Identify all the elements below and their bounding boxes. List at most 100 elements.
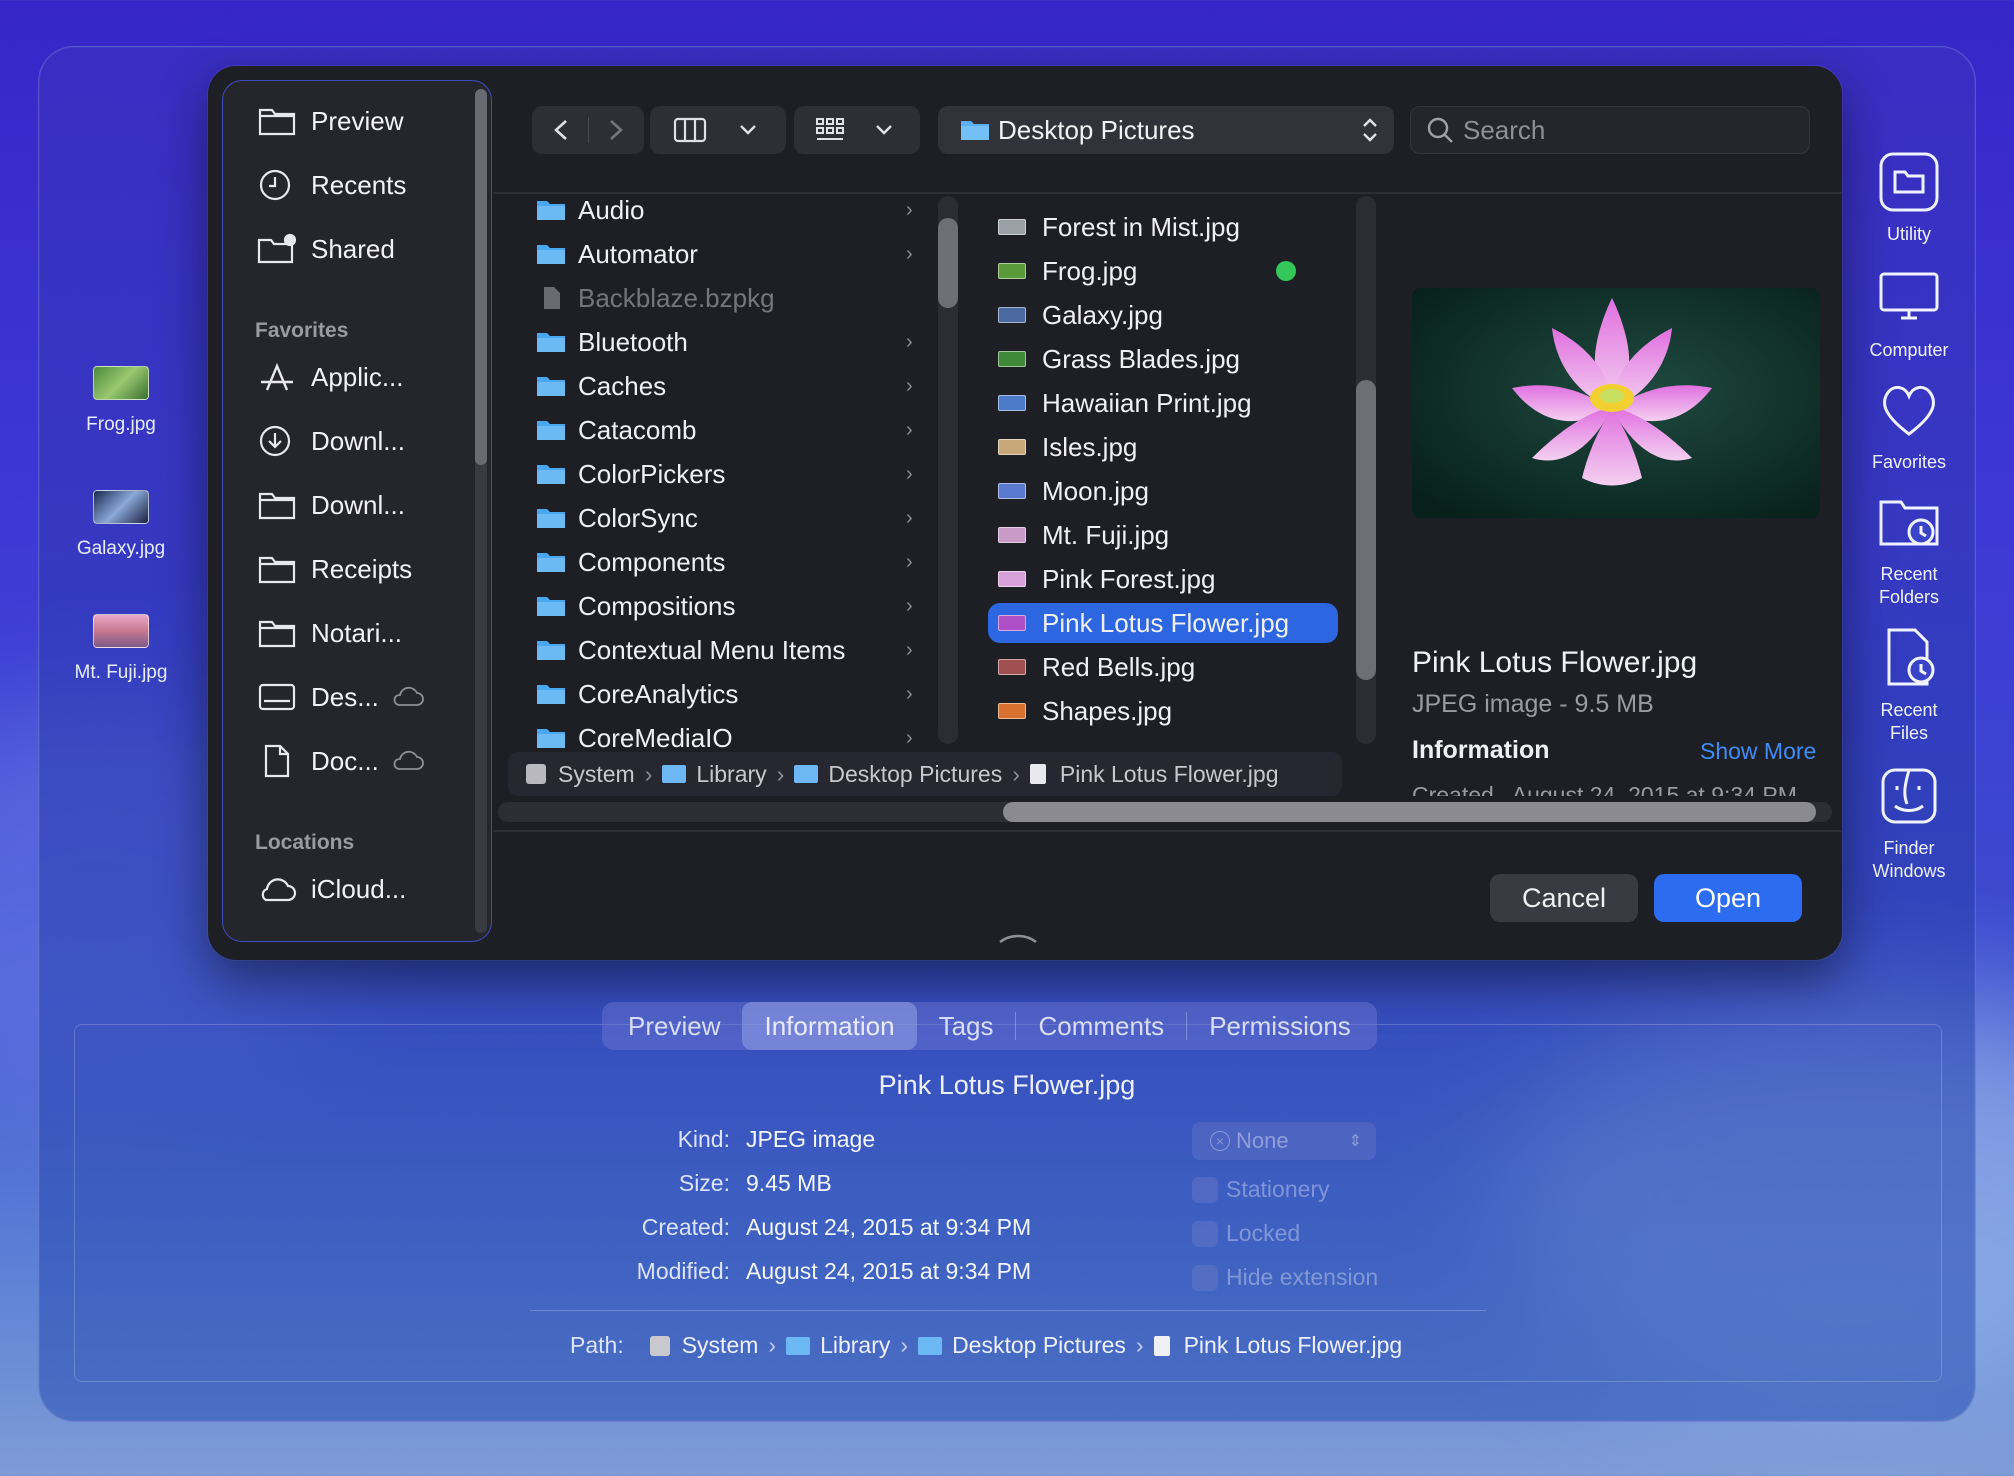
up-down-chevron-icon <box>1363 118 1377 142</box>
sidebar-recent-files[interactable]: Recent Files <box>1850 626 1968 745</box>
scrollbar-thumb[interactable] <box>475 89 487 465</box>
list-item[interactable]: Frog.jpg <box>988 251 1338 291</box>
sidebar-favorites[interactable]: Favorites <box>1850 378 1968 474</box>
tag-select[interactable]: × None ⇕ <box>1192 1122 1376 1160</box>
created-value: August 24, 2015 at 9:34 PM <box>746 1214 1032 1240</box>
list-item[interactable]: Galaxy.jpg <box>988 295 1338 335</box>
list-item[interactable]: CoreAnalytics › <box>536 674 936 714</box>
sidebar-item-documents[interactable]: Doc... <box>257 741 439 781</box>
list-item[interactable]: Shapes.jpg <box>988 691 1338 731</box>
image-thumbnail <box>998 351 1026 367</box>
list-item-label: Red Bells.jpg <box>1042 651 1196 682</box>
sidebar-item-receipts[interactable]: Receipts <box>257 549 412 589</box>
stationery-checkbox[interactable] <box>1192 1177 1218 1203</box>
folder-icon <box>537 509 565 528</box>
chevron-right-icon: › <box>1135 1332 1144 1358</box>
cancel-button[interactable]: Cancel <box>1490 874 1638 922</box>
list-item[interactable]: Forest in Mist.jpg <box>988 207 1338 247</box>
folder-icon <box>794 765 819 783</box>
show-more-link[interactable]: Show More <box>1700 738 1816 765</box>
desktop-item-frog[interactable]: Frog.jpg <box>60 366 182 436</box>
collapse-chevron-icon[interactable] <box>996 930 1040 946</box>
icloud-icon <box>393 686 424 706</box>
list-item[interactable]: Components › <box>536 542 936 582</box>
tab-permissions[interactable]: Permissions <box>1187 1002 1373 1050</box>
sidebar-recent-folders[interactable]: Recent Folders <box>1850 490 1968 609</box>
path-segment-library[interactable]: Library <box>662 761 767 788</box>
list-item[interactable]: Bluetooth › <box>536 322 936 362</box>
horizontal-scrollbar[interactable] <box>498 802 1832 822</box>
tab-tags[interactable]: Tags <box>917 1002 1016 1050</box>
download-icon <box>259 425 291 457</box>
back-chevron-icon[interactable] <box>542 115 582 145</box>
column-2-scrollbar[interactable] <box>1356 196 1376 744</box>
view-mode-button[interactable] <box>650 106 786 154</box>
desktop-item-galaxy[interactable]: Galaxy.jpg <box>60 490 182 560</box>
sidebar-item-downloads-1[interactable]: Downl... <box>257 421 405 461</box>
list-item[interactable]: Compositions › <box>536 586 936 626</box>
list-item[interactable]: Pink Lotus Flower.jpg <box>988 603 1338 643</box>
column-1-scrollbar[interactable] <box>938 196 958 744</box>
scrollbar-thumb[interactable] <box>1003 802 1816 822</box>
sidebar-computer[interactable]: Computer <box>1850 266 1968 362</box>
list-item[interactable]: Catacomb › <box>536 410 936 450</box>
list-item[interactable]: Audio › <box>536 190 936 230</box>
image-thumbnail <box>998 483 1026 499</box>
list-item[interactable]: Isles.jpg <box>988 427 1338 467</box>
list-item[interactable]: Pink Forest.jpg <box>988 559 1338 599</box>
none-circle-icon: × <box>1210 1131 1230 1151</box>
sidebar-item-label: Recents <box>311 169 407 200</box>
chevron-right-icon: › <box>906 594 913 617</box>
sidebar-item-downloads-2[interactable]: Downl... <box>257 485 405 525</box>
list-item[interactable]: Contextual Menu Items › <box>536 630 936 670</box>
location-popup[interactable]: Desktop Pictures <box>938 106 1394 154</box>
list-item-label: Automator <box>578 238 698 269</box>
sidebar-item-label: Shared <box>311 233 395 264</box>
path-segment-file[interactable]: Pink Lotus Flower.jpg <box>1029 761 1279 788</box>
sidebar-item-icloud[interactable]: iCloud... <box>257 869 406 909</box>
tab-preview[interactable]: Preview <box>606 1002 742 1050</box>
sidebar-finder-windows[interactable]: Finder Windows <box>1850 764 1968 883</box>
list-item[interactable]: Moon.jpg <box>988 471 1338 511</box>
list-item[interactable]: ColorSync › <box>536 498 936 538</box>
path-segment-desktop-pictures[interactable]: Desktop Pictures <box>918 1332 1126 1359</box>
list-item-label: Pink Forest.jpg <box>1042 563 1216 594</box>
path-segment-system[interactable]: System <box>526 761 635 788</box>
info-tabs: Preview Information Tags Comments Permis… <box>602 1002 1377 1050</box>
tab-comments[interactable]: Comments <box>1016 1002 1186 1050</box>
sidebar-item-notarized[interactable]: Notari... <box>257 613 402 653</box>
list-item[interactable]: Red Bells.jpg <box>988 647 1338 687</box>
list-item[interactable]: Automator › <box>536 234 936 274</box>
list-item[interactable]: Mt. Fuji.jpg <box>988 515 1338 555</box>
tab-information[interactable]: Information <box>742 1002 917 1050</box>
folder-icon <box>537 377 565 396</box>
list-item[interactable]: Hawaiian Print.jpg <box>988 383 1338 423</box>
desktop-item-mt-fuji[interactable]: Mt. Fuji.jpg <box>60 614 182 684</box>
sidebar-item-applications[interactable]: Applic... <box>257 357 404 397</box>
list-item[interactable]: Grass Blades.jpg <box>988 339 1338 379</box>
search-field[interactable]: Search <box>1410 106 1810 154</box>
path-segment-system[interactable]: System <box>649 1332 758 1359</box>
list-item[interactable]: Caches › <box>536 366 936 406</box>
sidebar-utility[interactable]: Utility <box>1850 150 1968 246</box>
list-item[interactable]: ColorPickers › <box>536 454 936 494</box>
sidebar-item-shared[interactable]: Shared <box>257 229 395 269</box>
sidebar-item-recents[interactable]: Recents <box>257 165 406 205</box>
path-segment-file[interactable]: Pink Lotus Flower.jpg <box>1153 1332 1402 1359</box>
sidebar-item-preview[interactable]: Preview <box>257 101 403 141</box>
open-button[interactable]: Open <box>1654 874 1802 922</box>
locked-checkbox[interactable] <box>1192 1221 1218 1247</box>
scrollbar-thumb[interactable] <box>1356 380 1376 680</box>
path-segment-library[interactable]: Library <box>786 1332 890 1359</box>
folder-icon <box>537 333 565 352</box>
hide-extension-checkbox[interactable] <box>1192 1265 1218 1291</box>
sidebar-item-desktop[interactable]: Des... <box>257 677 439 717</box>
group-by-button[interactable] <box>794 106 920 154</box>
list-item-label: Audio <box>578 194 645 225</box>
forward-chevron-icon[interactable] <box>595 115 635 145</box>
sidebar-scrollbar[interactable] <box>475 89 487 933</box>
scrollbar-thumb[interactable] <box>938 218 958 308</box>
list-item[interactable]: Backblaze.bzpkg <box>536 278 936 318</box>
desktop-icon <box>258 683 296 711</box>
path-segment-desktop-pictures[interactable]: Desktop Pictures <box>794 761 1002 788</box>
